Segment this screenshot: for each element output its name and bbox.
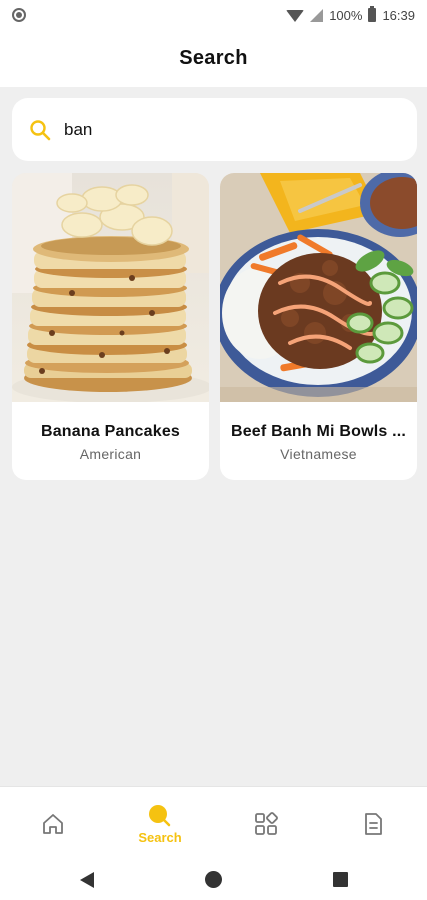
battery-icon <box>368 6 377 22</box>
status-right: 100% 16:39 <box>286 6 415 23</box>
nav-search[interactable]: Search <box>107 787 213 861</box>
home-button-icon[interactable] <box>205 871 222 888</box>
nav-search-label: Search <box>138 829 182 845</box>
status-bar: 100% 16:39 <box>0 0 427 30</box>
signal-icon <box>310 8 324 22</box>
recipe-title: Banana Pancakes <box>40 423 181 440</box>
bottom-navigation: Search <box>0 786 427 860</box>
banana-pancakes-image <box>12 173 209 402</box>
recipe-cuisine: American <box>79 446 142 462</box>
search-input[interactable] <box>64 119 384 140</box>
search-icon <box>149 804 171 826</box>
back-icon[interactable] <box>80 872 94 888</box>
home-icon <box>43 814 63 834</box>
beef-banh-mi-bowl-image <box>220 173 417 402</box>
status-left <box>12 8 26 22</box>
clock: 16:39 <box>382 7 415 23</box>
nav-saved[interactable] <box>320 787 426 861</box>
nav-home[interactable] <box>0 787 106 861</box>
system-navigation-bar <box>0 860 427 900</box>
search-icon <box>30 119 51 140</box>
search-bar[interactable] <box>12 98 417 161</box>
recents-icon[interactable] <box>333 872 348 887</box>
notification-icon <box>12 8 26 22</box>
page-title: Search <box>179 47 248 69</box>
battery-percentage: 100% <box>329 7 363 23</box>
recipe-title: Beef Banh Mi Bowls ... <box>230 423 407 440</box>
nav-categories[interactable] <box>213 787 319 861</box>
categories-icon <box>255 812 278 835</box>
recipe-card[interactable]: Banana Pancakes American <box>12 173 209 480</box>
recipe-cuisine: Vietnamese <box>280 446 357 462</box>
wifi-icon <box>286 10 305 22</box>
recipe-card[interactable]: Beef Banh Mi Bowls ... Vietnamese <box>220 173 417 480</box>
saved-recipes-icon <box>365 813 382 835</box>
app-header: Search <box>0 30 427 87</box>
